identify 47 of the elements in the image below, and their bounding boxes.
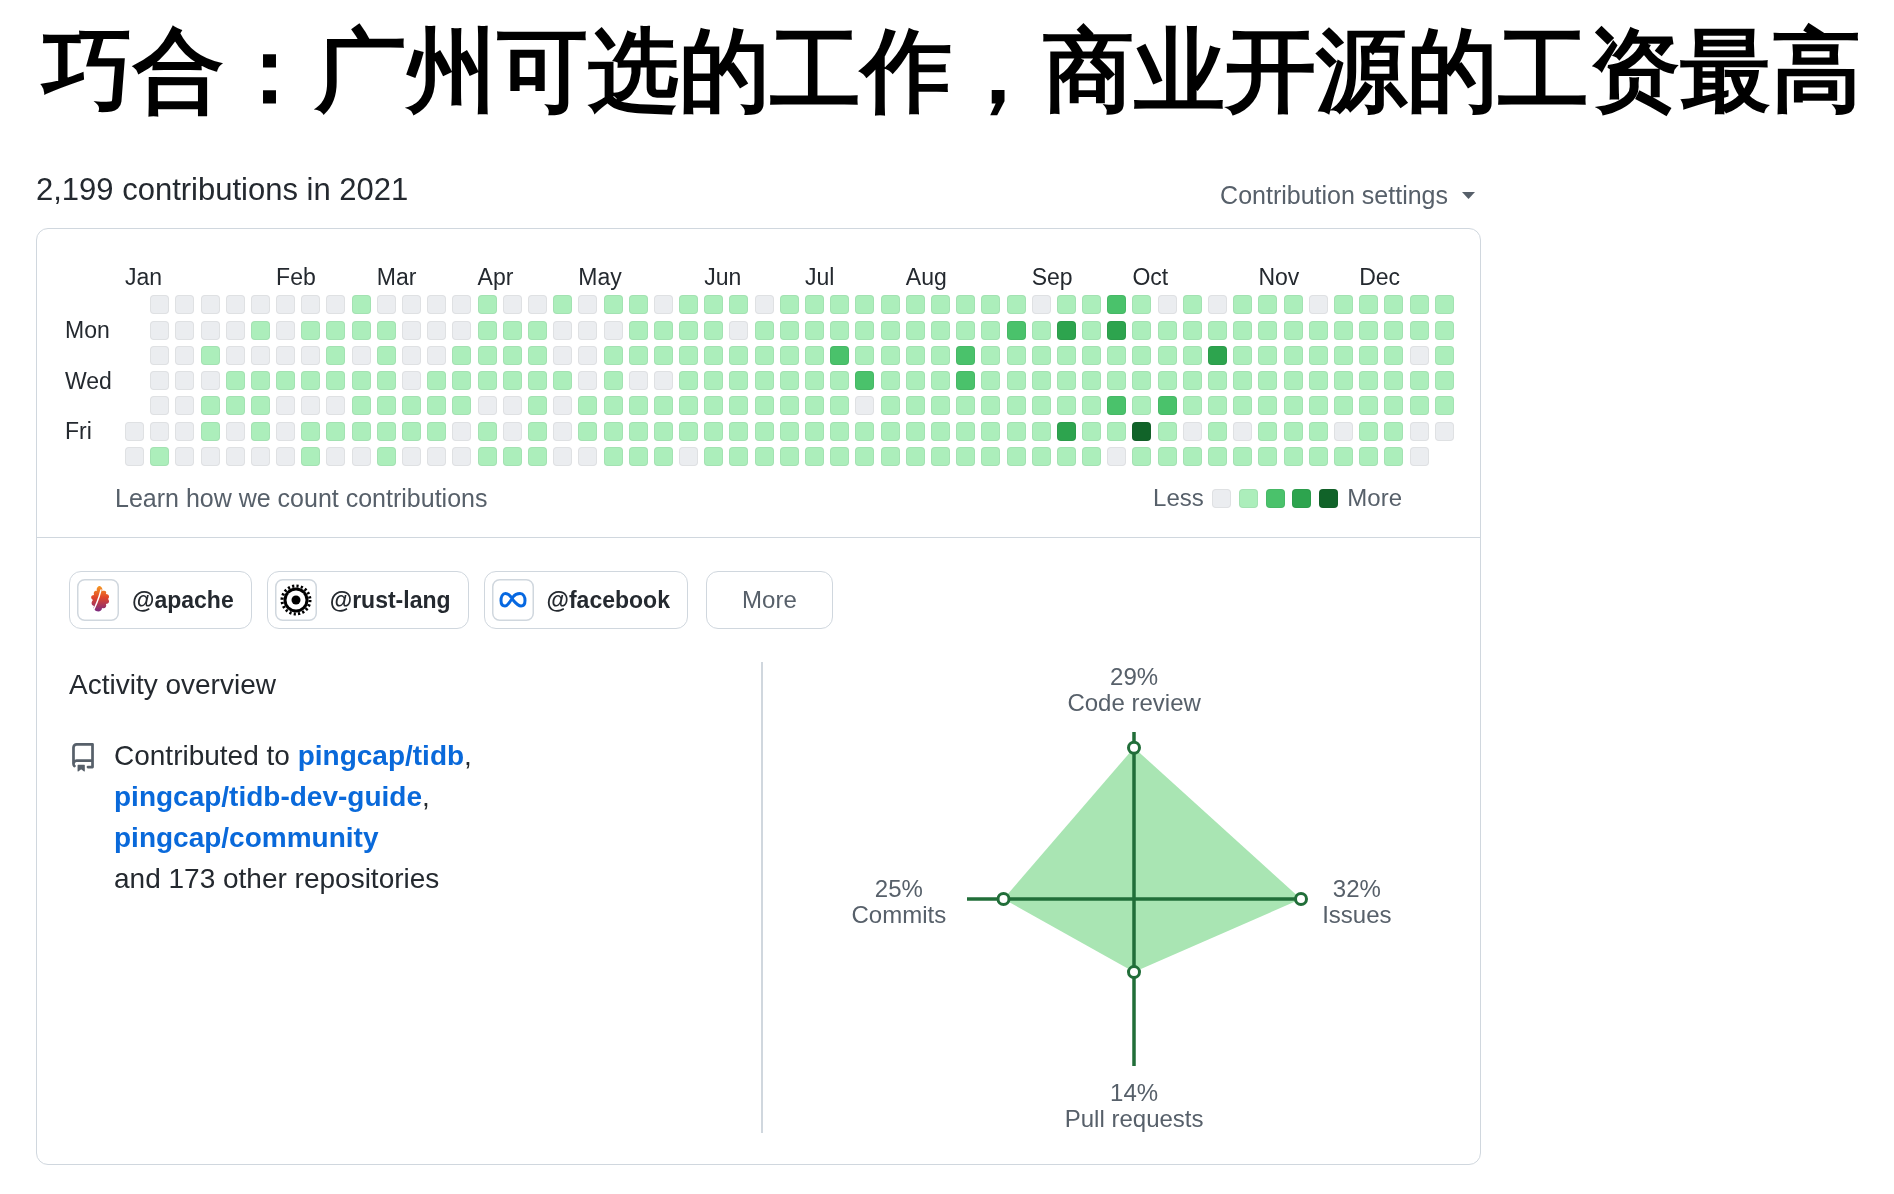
- leaf-icon: [77, 579, 119, 622]
- learn-more-link[interactable]: Learn how we count contributions: [115, 486, 488, 511]
- month-label: Feb: [276, 265, 316, 289]
- month-label: Apr: [477, 265, 514, 289]
- axis-label: Commits: [851, 901, 947, 928]
- legend-label: More: [1347, 486, 1402, 511]
- month-label: Jun: [704, 265, 742, 289]
- axis-label: Issues: [1322, 901, 1392, 928]
- book-icon: [72, 743, 94, 773]
- percentage-label: 14%: [1110, 1080, 1159, 1107]
- legend-label: Less: [1153, 486, 1204, 511]
- percentage-label: 29%: [1110, 664, 1159, 691]
- contribution-summary: Contributed to pingcap/tidb, pingcap/tidb-dev-guide, pingcap/community and 173 other repositories: [114, 739, 472, 897]
- organization-button[interactable]: @facebook: [483, 571, 688, 630]
- contributions-heading: 2,199 contributions in 2021: [36, 171, 409, 209]
- more-button[interactable]: More: [705, 571, 833, 630]
- organization-button[interactable]: @apache: [69, 571, 252, 630]
- page-title: 巧合：广州可选的工作，商业开源的工资最高: [42, 17, 1862, 125]
- weekday-label: Fri: [65, 419, 92, 444]
- weekday-label: Mon: [65, 318, 110, 343]
- axis-label: Code review: [1067, 690, 1201, 717]
- month-label: Sep: [1031, 265, 1073, 289]
- data-point: [1294, 892, 1309, 907]
- month-label: Jan: [125, 265, 163, 289]
- percentage-label: 25%: [874, 875, 923, 902]
- axis-label: Pull requests: [1064, 1106, 1204, 1133]
- month-label: Oct: [1132, 265, 1169, 289]
- data-point: [1127, 740, 1142, 755]
- contribution-settings-button[interactable]: Contribution settings: [1220, 180, 1475, 210]
- data-point: [996, 892, 1011, 907]
- organization-button[interactable]: @rust-lang: [266, 571, 469, 630]
- month-label: Jul: [805, 265, 835, 289]
- repo-link[interactable]: pingcap/tidb-dev-guide: [114, 781, 422, 813]
- month-label: Mar: [376, 265, 417, 289]
- data-point: [1127, 965, 1142, 980]
- percentage-label: 32%: [1332, 875, 1381, 902]
- repo-link[interactable]: pingcap/tidb: [297, 740, 465, 772]
- month-label: Nov: [1258, 265, 1300, 289]
- month-label: May: [578, 265, 622, 289]
- month-label: Dec: [1359, 265, 1401, 289]
- gear-icon: [274, 579, 317, 622]
- weekday-label: Wed: [65, 368, 112, 393]
- repo-link[interactable]: pingcap/community: [114, 822, 379, 854]
- section-heading: Activity overview: [69, 669, 276, 702]
- month-label: Aug: [905, 265, 947, 289]
- caret-icon: [1462, 191, 1475, 199]
- infinity-icon: [491, 579, 534, 622]
